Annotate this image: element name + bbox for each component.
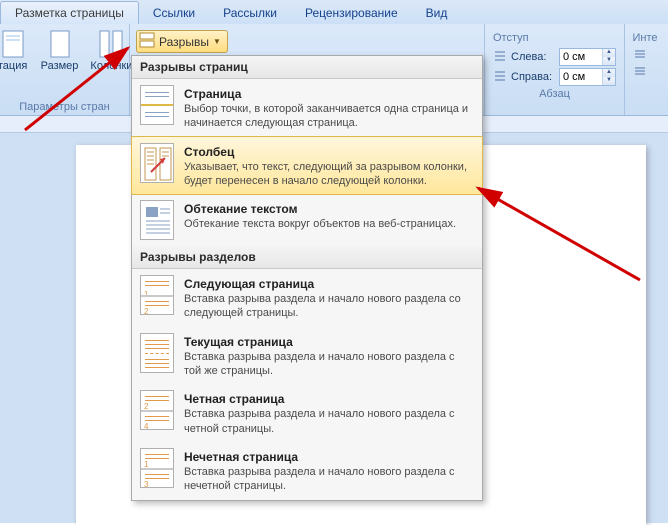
indent-right-label: Справа: xyxy=(511,71,555,83)
breaks-dropdown: Разрывы страниц Страница Выбор точки, в … xyxy=(131,55,483,501)
break-text-wrapping-desc: Обтекание текста вокруг объектов на веб-… xyxy=(184,217,474,231)
indent-right-icon xyxy=(493,70,507,85)
spacing-before-icon xyxy=(633,48,647,63)
break-column[interactable]: Столбец Указывает, что текст, следующий … xyxy=(131,136,483,196)
indent-right-input[interactable] xyxy=(560,70,602,84)
columns-label: Колонки xyxy=(90,60,132,72)
group-paragraph-label: Абзац xyxy=(489,86,620,102)
breaks-icon xyxy=(139,32,155,51)
section-break-odd-page-desc: Вставка разрыва раздела и начало нового … xyxy=(184,465,474,494)
section-break-next-page[interactable]: 1 2 Следующая страница Вставка разрыва р… xyxy=(132,269,482,327)
spacing-after-icon xyxy=(633,65,647,80)
ribbon-tabs: Разметка страницы Ссылки Рассылки Реценз… xyxy=(0,0,668,24)
break-text-wrapping-icon xyxy=(140,200,174,240)
tab-mailings[interactable]: Рассылки xyxy=(209,2,291,24)
section-break-odd-page-title: Нечетная страница xyxy=(184,450,474,464)
break-page-icon xyxy=(140,85,174,125)
tab-view[interactable]: Вид xyxy=(412,2,462,24)
breaks-label: Разрывы xyxy=(159,35,209,49)
breaks-button[interactable]: Разрывы ▼ xyxy=(136,30,228,53)
chevron-down-icon: ▼ xyxy=(213,37,221,46)
section-break-even-page-desc: Вставка разрыва раздела и начало нового … xyxy=(184,407,474,436)
group-page-setup-label: Параметры стран xyxy=(4,99,125,115)
section-break-next-page-desc: Вставка разрыва раздела и начало нового … xyxy=(184,292,474,321)
break-page-desc: Выбор точки, в которой заканчивается одн… xyxy=(184,102,474,131)
size-button[interactable]: Размер xyxy=(37,26,83,99)
section-break-odd-page[interactable]: 1 3 Нечетная страница Вставка разрыва ра… xyxy=(132,442,482,500)
group-page-setup: тация Размер Колонки Параметры стран xyxy=(0,24,130,115)
break-column-desc: Указывает, что текст, следующий за разры… xyxy=(184,160,474,189)
group-indent: Отступ Слева: ▲▼ Справа: ▲▼ Абзац xyxy=(485,24,625,115)
indent-title: Отступ xyxy=(493,32,616,46)
section-break-continuous-icon xyxy=(140,333,174,373)
section-break-continuous[interactable]: Текущая страница Вставка разрыва раздела… xyxy=(132,327,482,385)
break-column-icon xyxy=(140,143,174,183)
break-page-title: Страница xyxy=(184,87,474,101)
columns-button[interactable]: Колонки xyxy=(86,26,136,99)
indent-left-input[interactable] xyxy=(560,50,602,64)
spinner-buttons[interactable]: ▲▼ xyxy=(602,49,615,65)
tab-links[interactable]: Ссылки xyxy=(139,2,209,24)
tab-page-layout[interactable]: Разметка страницы xyxy=(0,1,139,24)
indent-right-spinner[interactable]: ▲▼ xyxy=(559,68,616,86)
indent-left-spinner[interactable]: ▲▼ xyxy=(559,48,616,66)
break-page[interactable]: Страница Выбор точки, в которой заканчив… xyxy=(132,79,482,137)
indent-left-label: Слева: xyxy=(511,51,555,63)
size-icon xyxy=(44,28,76,60)
dropdown-section-section-breaks: Разрывы разделов xyxy=(132,246,482,269)
dropdown-section-page-breaks: Разрывы страниц xyxy=(132,56,482,79)
section-break-next-page-icon: 1 2 xyxy=(140,275,174,315)
group-spacing: Инте xyxy=(625,24,665,115)
spinner-buttons[interactable]: ▲▼ xyxy=(602,69,615,85)
section-break-even-page-icon: 2 4 xyxy=(140,390,174,430)
section-break-next-page-title: Следующая страница xyxy=(184,277,474,291)
indent-left-icon xyxy=(493,50,507,65)
orientation-button[interactable]: тация xyxy=(0,26,33,99)
section-break-even-page-title: Четная страница xyxy=(184,392,474,406)
tab-review[interactable]: Рецензирование xyxy=(291,2,412,24)
section-break-odd-page-icon: 1 3 xyxy=(140,448,174,488)
break-text-wrapping-title: Обтекание текстом xyxy=(184,202,474,216)
orientation-icon xyxy=(0,28,29,60)
size-label: Размер xyxy=(41,60,79,72)
break-column-title: Столбец xyxy=(184,145,474,159)
section-break-even-page[interactable]: 2 4 Четная страница Вставка разрыва разд… xyxy=(132,384,482,442)
columns-icon xyxy=(95,28,127,60)
orientation-label: тация xyxy=(0,60,27,72)
break-text-wrapping[interactable]: Обтекание текстом Обтекание текста вокру… xyxy=(132,194,482,246)
section-break-continuous-desc: Вставка разрыва раздела и начало нового … xyxy=(184,350,474,379)
spacing-title: Инте xyxy=(633,32,658,46)
section-break-continuous-title: Текущая страница xyxy=(184,335,474,349)
